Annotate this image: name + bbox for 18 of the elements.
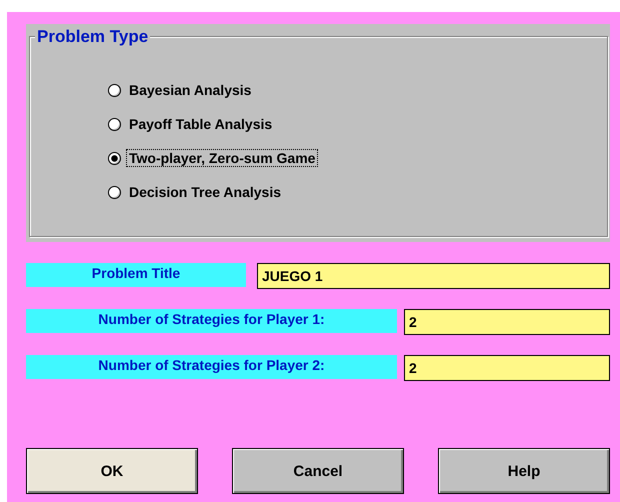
dialog-button[interactable]: Help xyxy=(438,448,610,494)
field-label: Number of Strategies for Player 1: xyxy=(26,309,397,333)
radio-button[interactable] xyxy=(108,118,121,130)
field-label: Problem Title xyxy=(26,263,246,287)
input-field[interactable]: 2 xyxy=(404,309,610,335)
input-field[interactable]: 2 xyxy=(404,355,610,381)
radio-button[interactable] xyxy=(108,186,121,198)
radio-option[interactable]: Bayesian Analysis xyxy=(108,81,607,99)
radio-button[interactable] xyxy=(108,84,121,96)
radio-button[interactable] xyxy=(108,152,121,164)
radio-option[interactable]: Payoff Table Analysis xyxy=(108,115,607,133)
radio-option[interactable]: Decision Tree Analysis xyxy=(108,183,607,201)
dialog-button[interactable]: Cancel xyxy=(232,448,404,494)
field-label: Number of Strategies for Player 2: xyxy=(26,355,397,379)
input-field[interactable]: JUEGO 1 xyxy=(257,263,610,289)
dialog-button[interactable]: OK xyxy=(26,448,198,494)
group-title: Problem Type xyxy=(35,27,150,47)
radio-option[interactable]: Two-player, Zero-sum Game xyxy=(108,149,607,167)
